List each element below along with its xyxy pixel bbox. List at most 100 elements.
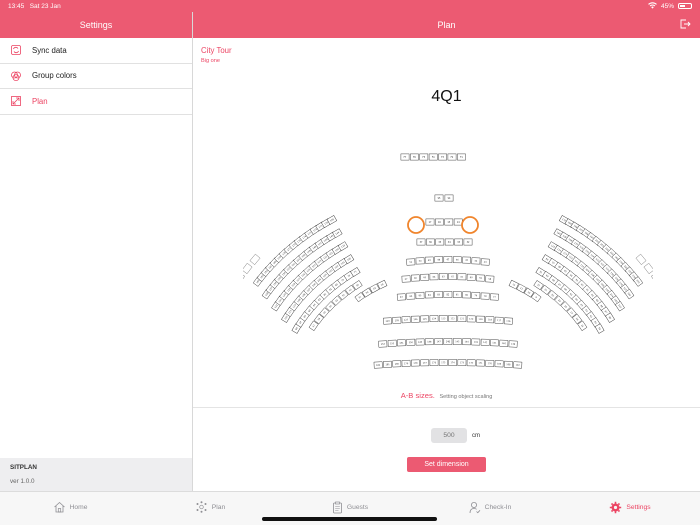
seat[interactable]: 127 [401,316,411,324]
seat[interactable]: 16 [435,218,444,226]
seat[interactable]: 65 [420,273,430,281]
seat[interactable]: 153 [378,340,388,348]
seat[interactable]: 146 [443,338,453,345]
seat[interactable]: 142 [480,338,490,346]
seat[interactable]: 14 [453,218,463,226]
seat[interactable]: F3 [438,153,447,161]
seat[interactable]: S5 [434,194,444,202]
seat[interactable]: 144 [462,338,471,346]
seat[interactable]: 174 [448,359,457,366]
seat[interactable]: 79 [471,291,481,299]
seat[interactable]: 84 [424,291,434,299]
seat[interactable]: 170 [485,359,495,367]
seat[interactable]: 117 [494,316,504,324]
seat[interactable]: 35 [435,238,445,246]
seat[interactable]: 124 [429,315,439,322]
seat[interactable]: 62 [448,273,457,280]
sidebar-item-plan[interactable]: Plan [0,89,192,115]
seat[interactable]: 179 [401,359,411,367]
seat[interactable]: 120 [466,315,476,323]
seat[interactable]: 147 [434,338,444,345]
seat[interactable]: 34 [444,238,454,246]
seat[interactable]: 32 [463,238,473,246]
seat[interactable]: 177 [420,359,430,367]
seat[interactable]: 60 [466,273,476,281]
seat[interactable]: 143 [471,338,481,346]
seat[interactable]: 149 [415,338,425,346]
tab-settings[interactable]: Settings [560,492,700,525]
seat[interactable]: 178 [410,359,420,367]
seat[interactable]: 123 [438,315,448,322]
seat[interactable]: 121 [457,315,467,322]
seat[interactable]: 145 [452,338,462,345]
seat[interactable]: 116 [503,317,513,325]
seat[interactable]: 118 [485,316,495,324]
seat[interactable]: 50 [415,257,425,265]
seat[interactable]: 51 [406,258,416,266]
tab-home[interactable]: Home [0,492,140,525]
seat[interactable]: 86 [406,292,416,300]
seat[interactable]: F5 [419,153,429,161]
tab-plan[interactable]: Plan [140,492,280,525]
seat[interactable]: 122 [448,315,457,322]
seat[interactable]: 47 [443,256,453,263]
seat[interactable]: 85 [415,291,425,299]
seat[interactable]: 59 [476,274,485,282]
seat[interactable]: 61 [457,273,467,281]
set-dimension-button[interactable]: Set dimension [407,457,486,472]
seat[interactable] [243,272,246,284]
seat[interactable]: 139 [508,340,518,348]
seat[interactable]: 17 [425,218,435,226]
seat[interactable] [635,253,647,265]
seat[interactable]: 141 [489,339,499,347]
seat[interactable]: F6 [410,153,419,161]
seat[interactable]: 168 [503,360,513,368]
seat[interactable]: F7 [400,153,410,161]
seat[interactable]: 37 [416,238,426,246]
seat-map[interactable]: F7 F6 F5 F4 F3 F2 F1 S5 S4 17 16 15 14 37 36 35 34 33 32 51… [243,140,653,380]
seat[interactable]: 82 [443,291,453,298]
seat[interactable]: 44 [471,257,481,265]
seat[interactable]: 140 [499,339,509,347]
seat[interactable]: 182 [373,361,383,369]
seat[interactable]: 64 [429,273,439,281]
seat[interactable]: 176 [429,359,439,366]
seat[interactable]: 45 [462,256,472,264]
seat[interactable] [243,262,253,275]
seat[interactable]: 180 [392,360,402,368]
seat[interactable] [650,272,653,284]
seat[interactable]: 87 [396,293,406,301]
logout-icon[interactable] [679,18,691,30]
seat[interactable]: 43 [480,258,490,266]
seat[interactable]: 126 [410,315,420,323]
seat[interactable]: 173 [457,359,467,366]
seat[interactable]: 171 [476,359,485,367]
marker-b[interactable] [461,216,479,234]
seat[interactable]: F1 [457,153,466,161]
seat[interactable]: 152 [387,339,397,347]
tab-check-in[interactable]: Check-In [420,492,560,525]
marker-a[interactable] [407,216,425,234]
seat[interactable]: 33 [454,238,463,246]
dimension-input[interactable] [431,428,467,443]
seat[interactable]: 119 [476,315,485,323]
seat[interactable]: 172 [466,359,476,367]
sidebar-item-sync-data[interactable]: Sync data [0,38,192,64]
seat[interactable]: 46 [452,256,462,264]
seat[interactable]: 77 [489,293,499,301]
seat[interactable] [249,253,261,265]
seat[interactable]: 169 [494,360,504,368]
seat[interactable]: 150 [406,338,416,346]
sidebar-item-group-colors[interactable]: Group colors [0,64,192,90]
seat[interactable]: 15 [444,218,454,226]
seat[interactable]: 80 [462,291,471,299]
seat[interactable]: 66 [410,274,420,282]
seat[interactable]: 49 [424,256,434,264]
seat[interactable]: 83 [434,291,443,298]
seat[interactable]: 125 [420,315,430,323]
seat[interactable]: 167 [513,361,523,369]
seat[interactable]: 129 [383,317,392,325]
seat[interactable]: S4 [444,194,454,202]
seat[interactable]: 148 [424,338,434,346]
seat[interactable]: 128 [392,316,402,324]
